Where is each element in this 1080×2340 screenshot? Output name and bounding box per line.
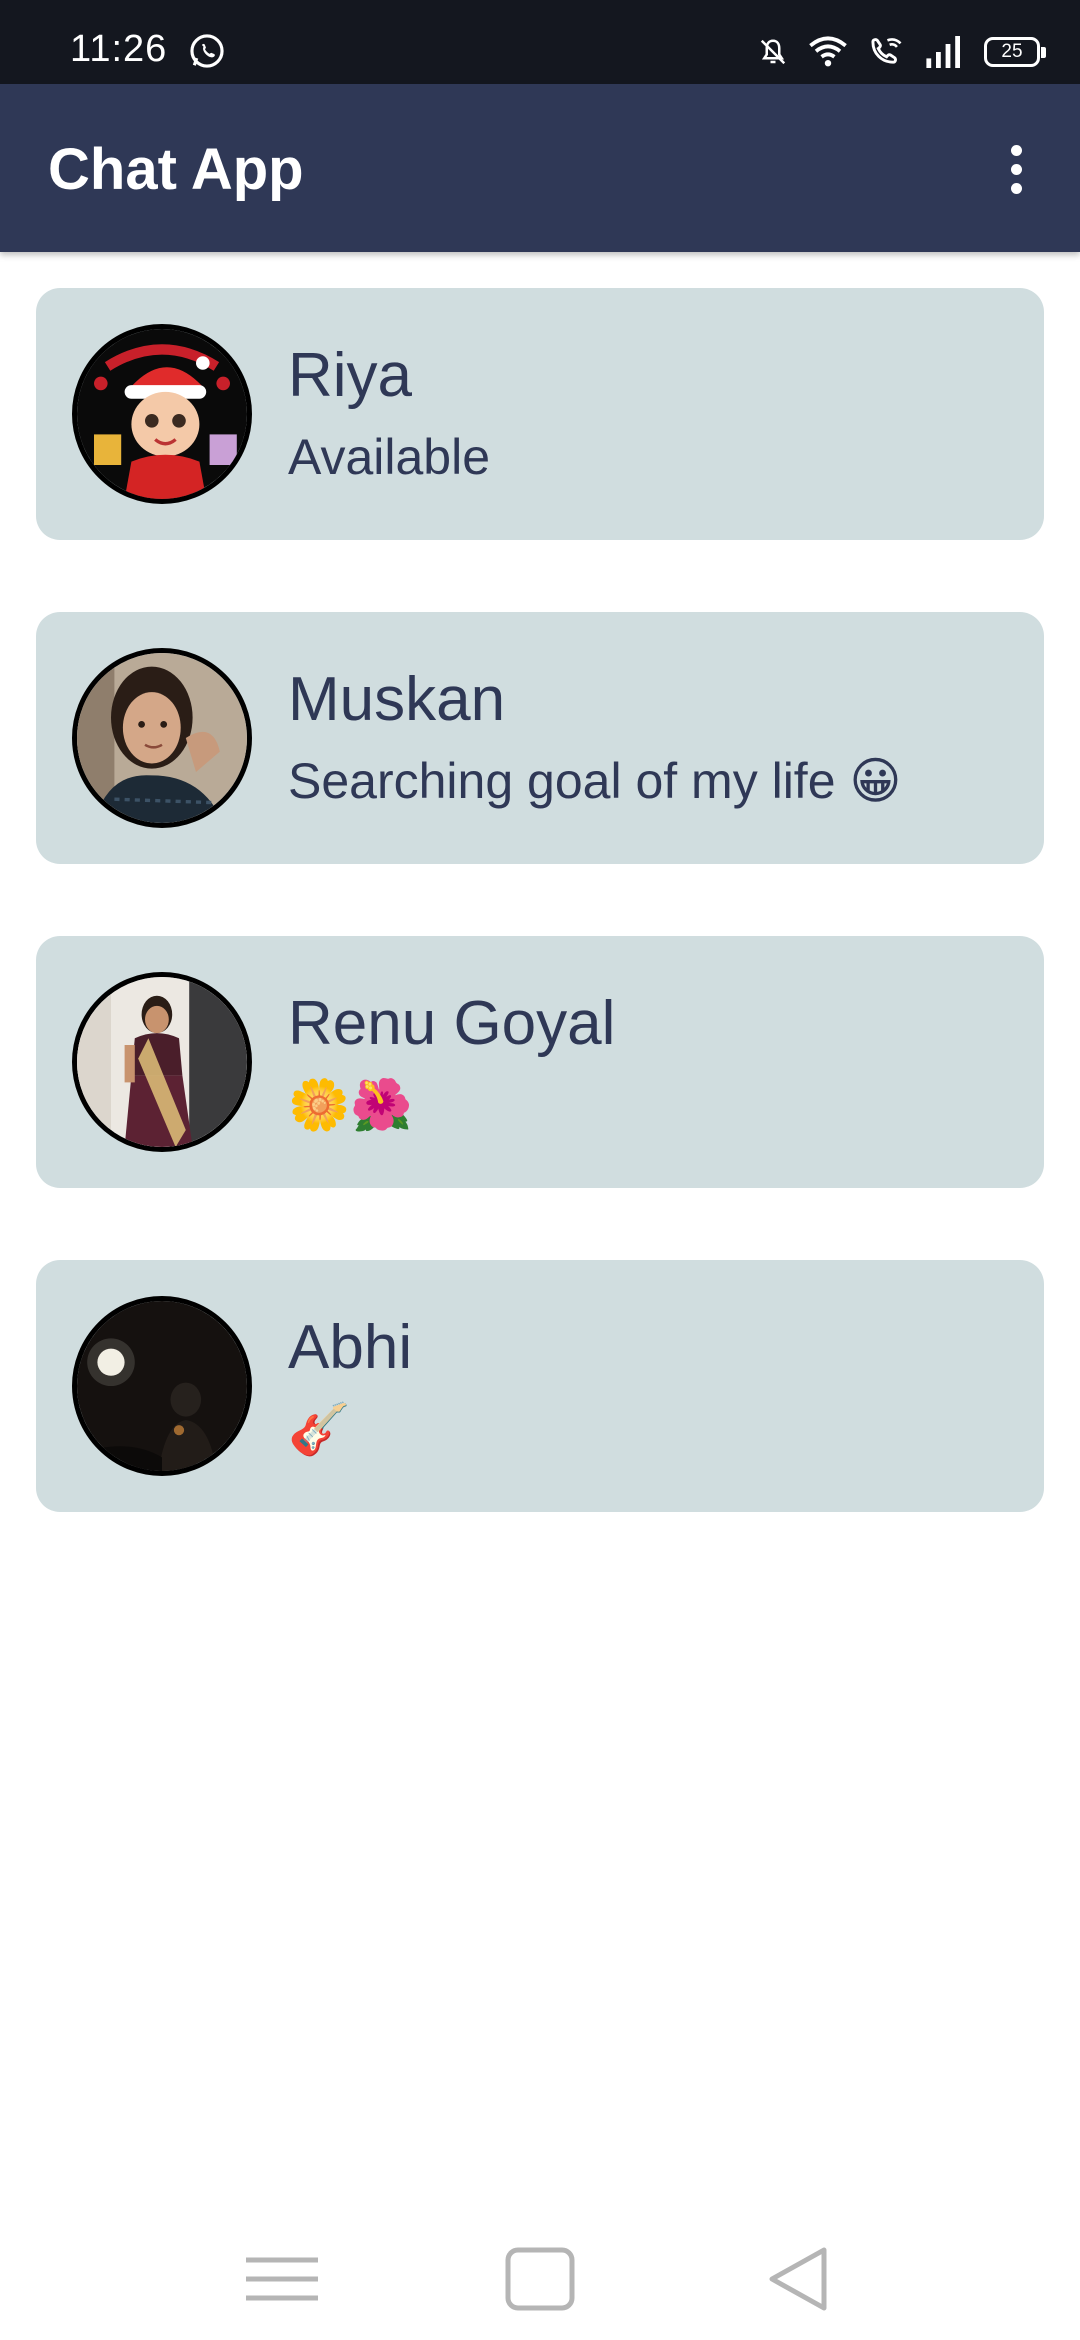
chat-name: Riya	[288, 341, 413, 410]
avatar-image	[77, 1301, 247, 1471]
menu-icon[interactable]	[242, 2244, 322, 2314]
chat-status: Available	[288, 429, 491, 485]
more-vert-icon	[1010, 144, 1022, 156]
navigation-bar	[0, 2220, 1080, 2340]
avatar[interactable]	[72, 972, 252, 1152]
chat-item-abhi[interactable]: Abhi 🎸	[36, 1260, 1044, 1512]
chat-item-riya[interactable]: Riya Available	[36, 288, 1044, 540]
signal-icon	[926, 36, 960, 68]
app-title: Chat App	[48, 137, 304, 202]
avatar-image	[77, 977, 247, 1147]
chat-status: Searching goal of my life 😀	[288, 753, 902, 809]
status-time: 11:26	[70, 28, 168, 70]
avatar-image	[77, 329, 247, 499]
avatar[interactable]	[72, 324, 252, 504]
chat-name: Renu Goyal	[288, 989, 616, 1058]
back-icon[interactable]	[758, 2244, 838, 2314]
wifi-call-icon	[871, 38, 902, 64]
home-icon[interactable]	[500, 2244, 580, 2314]
chat-list: Riya Available Muskan Searching goal of …	[36, 288, 1044, 1584]
status-bar: 11:26 25	[0, 0, 1080, 84]
chat-status: 🎸	[288, 1401, 351, 1457]
app-bar: Chat App	[0, 84, 1080, 252]
wifi-icon	[809, 36, 847, 67]
bell-off-icon	[760, 39, 786, 65]
chat-name: Muskan	[288, 665, 506, 734]
more-options-button[interactable]	[978, 134, 1054, 204]
chat-item-muskan[interactable]: Muskan Searching goal of my life 😀	[36, 612, 1044, 864]
avatar[interactable]	[72, 1296, 252, 1476]
chat-item-renu-goyal[interactable]: Renu Goyal 🌼🌺	[36, 936, 1044, 1188]
avatar[interactable]	[72, 648, 252, 828]
avatar-image	[77, 653, 247, 823]
whatsapp-icon	[190, 34, 224, 68]
chat-name: Abhi	[288, 1313, 413, 1382]
status-icons: 25	[758, 30, 1046, 74]
battery-icon: 25	[984, 37, 1046, 67]
chat-status: 🌼🌺	[288, 1077, 413, 1133]
battery-level: 25	[1001, 41, 1023, 62]
